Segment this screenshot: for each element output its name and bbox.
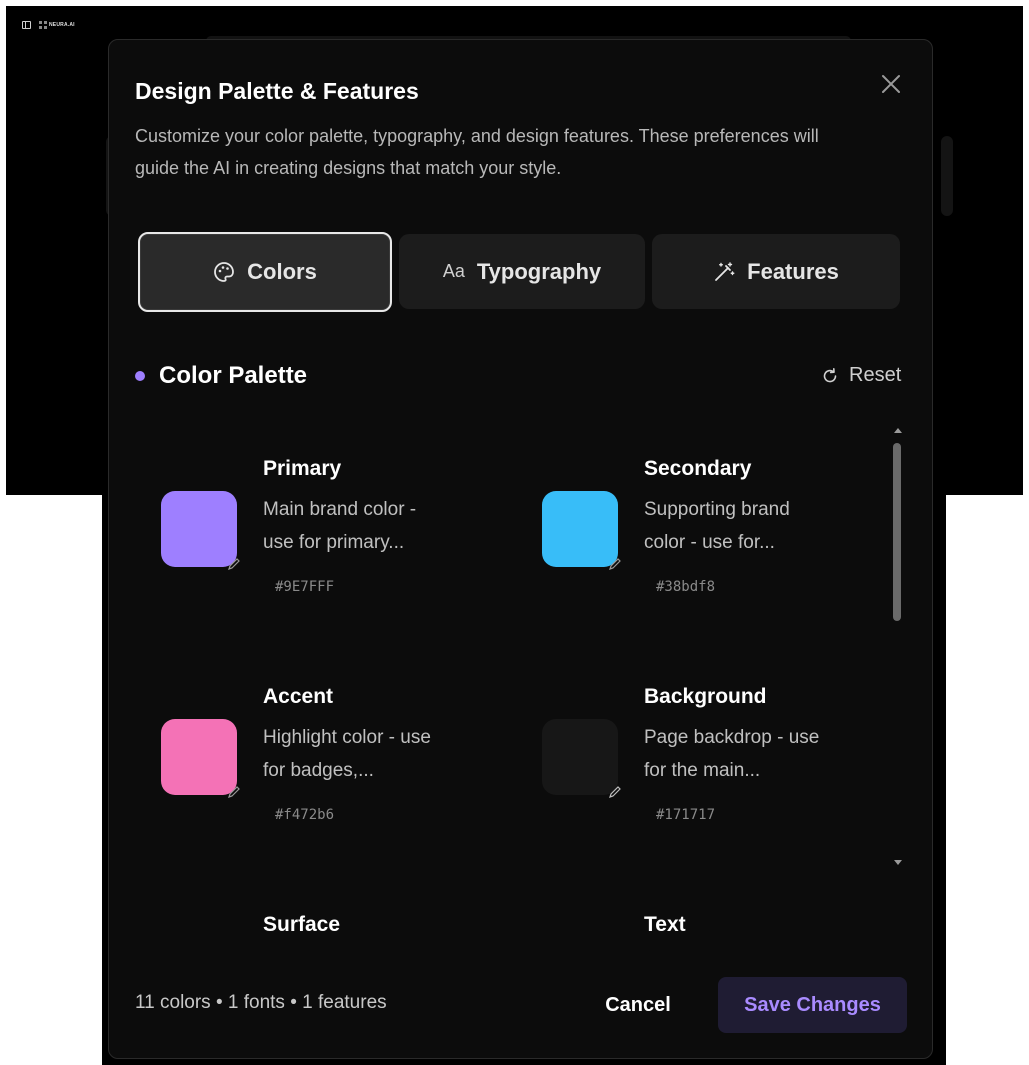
section-accent-dot [135,371,145,381]
color-hex-value[interactable]: #38bdf8 [656,579,715,595]
section-title: Color Palette [159,362,308,389]
reset-label: Reset [849,364,902,386]
color-swatch-accent[interactable] [161,719,240,798]
color-item-secondary: Secondary Supporting brand color - use f… [516,425,856,625]
color-hex-value[interactable]: #f472b6 [275,807,334,823]
color-name: Text [644,913,686,935]
close-icon [882,75,900,93]
palette-icon [214,262,235,282]
color-item-text: Text [516,881,856,935]
app-topbar: NEURA.AI [22,18,75,32]
pencil-icon [609,558,621,570]
logo-text: NEURA.AI [49,22,75,28]
app-logo: NEURA.AI [39,21,75,29]
save-changes-button[interactable]: Save Changes [718,977,907,1033]
color-name: Accent [263,685,334,708]
tab-colors-label: Colors [247,259,317,284]
scroll-down-arrow-icon[interactable] [894,860,902,865]
pencil-icon [228,558,240,570]
color-description: Page backdrop - use for the main... [644,727,820,781]
tab-features[interactable]: Features [652,234,900,309]
magic-wand-icon [715,261,735,281]
modal-description: Customize your color palette, typography… [135,126,819,178]
pencil-icon [609,786,621,798]
tab-colors[interactable]: Colors [138,232,392,312]
design-palette-modal: Design Palette & Features Customize your… [108,39,933,1059]
sidebar-toggle-icon[interactable] [22,21,31,29]
scrollbar-thumb[interactable] [893,443,901,621]
pencil-icon [228,786,240,798]
tab-bar: Colors Aa Typography Features [137,230,902,312]
close-button[interactable] [877,70,905,98]
color-hex-value[interactable]: #171717 [656,807,715,823]
typography-icon: Aa [442,261,465,281]
color-swatch-background[interactable] [542,719,621,798]
section-header: Color Palette [135,362,307,390]
modal-title: Design Palette & Features [135,78,419,104]
color-hex-value[interactable]: #9E7FFF [275,579,334,595]
color-description: Highlight color - use for badges,... [263,727,431,781]
scroll-up-arrow-icon[interactable] [894,428,902,433]
color-item-accent: Accent Highlight color - use for badges,… [135,653,475,853]
color-item-primary: Primary Main brand color - use for prima… [135,425,475,625]
reset-icon [823,367,837,382]
color-name: Primary [263,457,342,480]
color-description: Supporting brand color - use for... [644,499,790,553]
background-shadow-right [941,136,953,216]
color-name: Background [644,685,767,708]
color-name: Surface [263,913,341,935]
tab-typography-label: Typography [476,258,602,284]
color-item-surface: Surface [135,881,475,935]
footer-summary: 11 colors • 1 fonts • 1 features [135,992,387,1013]
tab-typography[interactable]: Aa Typography [399,234,645,309]
reset-button[interactable]: Reset [821,364,901,387]
cancel-button[interactable]: Cancel [583,977,693,1033]
color-name: Secondary [644,457,752,480]
logo-mark-icon [39,21,47,29]
tab-features-label: Features [747,258,839,284]
color-list: Primary Main brand color - use for prima… [135,425,905,935]
color-swatch-primary[interactable] [161,491,240,570]
scrollbar[interactable] [891,425,903,935]
color-item-background: Background Page backdrop - use for the m… [516,653,856,853]
color-description: Main brand color - use for primary... [263,499,417,553]
color-swatch-secondary[interactable] [542,491,621,570]
